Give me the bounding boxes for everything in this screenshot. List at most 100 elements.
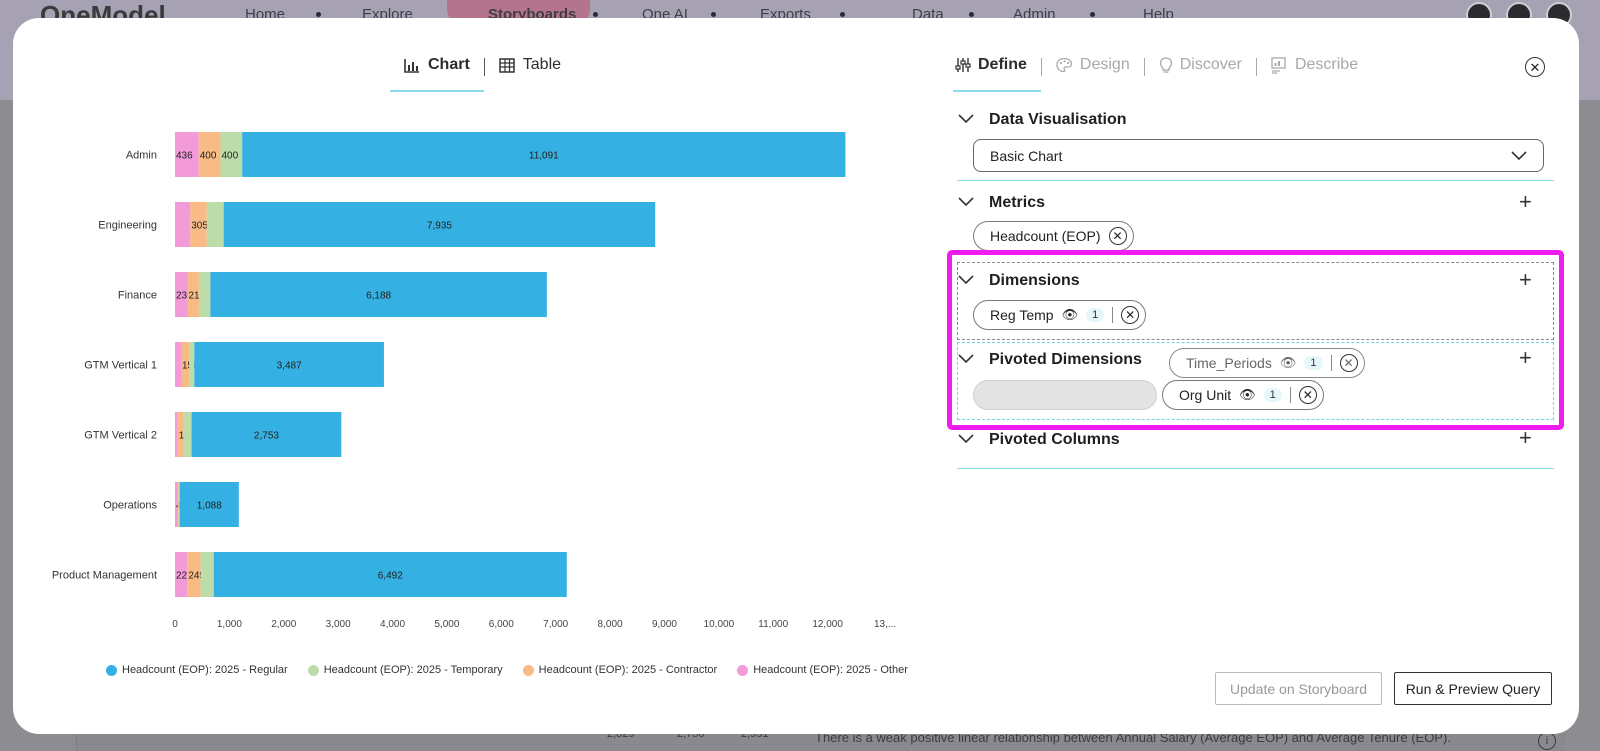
category-label: Admin — [126, 150, 157, 162]
chevron-down-icon — [1511, 150, 1527, 160]
table-icon — [499, 57, 515, 73]
remove-icon[interactable]: ✕ — [1108, 227, 1127, 245]
highlight-annotation — [947, 250, 1564, 430]
legend-dot-icon — [307, 664, 319, 676]
tab-design-label: Design — [1079, 56, 1130, 73]
legend-item-contractor[interactable]: Headcount (EOP): 2025 - Contractor — [522, 664, 718, 676]
x-tick-label: 9,000 — [652, 619, 677, 630]
add-metric-button[interactable]: + — [1519, 191, 1532, 213]
describe-icon — [1271, 56, 1286, 74]
bar-segment[interactable] — [198, 272, 211, 317]
tab-describe-label: Describe — [1294, 56, 1359, 73]
metric-chip[interactable]: Headcount (EOP) ✕ — [973, 221, 1134, 251]
section-title-metrics: Metrics — [989, 194, 1046, 211]
x-tick-label: 0 — [172, 619, 178, 630]
lightbulb-icon — [1159, 56, 1172, 73]
section-divider — [957, 468, 1554, 469]
stacked-bar-chart: Admin 436 400 400 11,091 Engineering 305 7,935 F… — [52, 132, 896, 630]
data-label: 3,487 — [277, 361, 302, 372]
bar-segment[interactable] — [178, 482, 180, 527]
bar-segment[interactable] — [200, 552, 214, 597]
legend-dot-icon — [737, 664, 749, 676]
bar-segment[interactable] — [175, 412, 178, 457]
sliders-icon — [955, 58, 971, 72]
metric-chip-label: Headcount (EOP) — [990, 228, 1101, 244]
tab-table-label: Table — [522, 56, 562, 73]
x-tick-label: 10,000 — [704, 619, 735, 630]
x-tick-label: 7,000 — [543, 619, 568, 630]
chevron-down-icon[interactable] — [958, 434, 974, 444]
section-title-pivoted-columns: Pivoted Columns — [989, 431, 1120, 448]
data-label: 6,492 — [378, 571, 403, 582]
tab-chart-label: Chart — [428, 56, 470, 73]
data-label: 6,188 — [366, 291, 391, 302]
x-tick-label: 5,000 — [434, 619, 459, 630]
close-icon[interactable]: ✕ — [1525, 57, 1545, 77]
run-preview-query-button[interactable]: Run & Preview Query — [1394, 672, 1552, 705]
bar-chart-icon — [404, 58, 419, 73]
section-divider — [957, 180, 1554, 181]
tab-discover[interactable]: Discover — [1145, 56, 1256, 90]
nav-separator — [1090, 12, 1095, 17]
nav-separator — [593, 12, 598, 17]
bar-segment[interactable] — [183, 412, 192, 457]
category-label: GTM Vertical 2 — [84, 430, 157, 442]
legend-label: Headcount (EOP): 2025 - Other — [753, 664, 908, 676]
x-tick-label: 1,000 — [217, 619, 242, 630]
x-tick-label: 6,000 — [489, 619, 514, 630]
tab-describe[interactable]: Describe — [1257, 56, 1372, 90]
x-tick-label: 13,... — [874, 619, 896, 630]
x-tick-label: 3,000 — [326, 619, 351, 630]
tab-design[interactable]: Design — [1042, 56, 1144, 90]
visualisation-type-select[interactable]: Basic Chart — [973, 139, 1544, 172]
data-label: 305 — [191, 221, 208, 232]
bar-segment[interactable] — [177, 482, 179, 527]
step-tabs: Define Design Discover Describe — [953, 56, 1372, 92]
x-tick-label: 2,000 — [271, 619, 296, 630]
nav-separator — [840, 12, 845, 17]
nav-separator — [316, 12, 321, 17]
section-title-data-visualisation: Data Visualisation — [989, 111, 1127, 128]
tab-discover-label: Discover — [1179, 56, 1242, 73]
data-label: 7,935 — [427, 221, 452, 232]
legend-dot-icon — [522, 664, 534, 676]
legend-item-temporary[interactable]: Headcount (EOP): 2025 - Temporary — [307, 664, 503, 676]
legend-label: Headcount (EOP): 2025 - Temporary — [323, 664, 503, 676]
data-label: 2,753 — [254, 431, 279, 442]
palette-icon — [1056, 57, 1073, 73]
data-label: 436 — [176, 151, 193, 162]
nav-separator — [711, 12, 716, 17]
legend-item-regular[interactable]: Headcount (EOP): 2025 - Regular — [106, 664, 288, 676]
x-tick-label: 8,000 — [598, 619, 623, 630]
legend-dot-icon — [106, 664, 117, 676]
legend-item-other[interactable]: Headcount (EOP): 2025 - Other — [737, 664, 908, 676]
add-pivoted-column-button[interactable]: + — [1519, 427, 1532, 449]
x-tick-label: 12,000 — [812, 619, 843, 630]
tab-define-label: Define — [978, 56, 1027, 73]
category-label: GTM Vertical 1 — [84, 360, 157, 372]
category-label: Product Management — [52, 570, 157, 582]
category-label: Finance — [118, 290, 157, 302]
category-label: Engineering — [98, 220, 157, 232]
category-label: Operations — [103, 500, 157, 512]
tab-table[interactable]: Table — [485, 56, 575, 86]
legend-label: Headcount (EOP): 2025 - Contractor — [538, 664, 718, 676]
bar-segment[interactable] — [175, 342, 181, 387]
chevron-down-icon[interactable] — [958, 114, 974, 124]
update-on-storyboard-button[interactable]: Update on Storyboard — [1215, 672, 1382, 705]
legend-label: Headcount (EOP): 2025 - Regular — [122, 664, 288, 676]
view-tabs: Chart Table — [390, 56, 575, 94]
bar-segment[interactable] — [206, 202, 224, 247]
nav-separator — [969, 12, 974, 17]
data-label: 400 — [221, 151, 238, 162]
data-label: 400 — [200, 151, 217, 162]
data-label: 11,091 — [529, 151, 559, 162]
bar-segment[interactable] — [189, 342, 195, 387]
chevron-down-icon[interactable] — [958, 197, 974, 207]
info-icon: i — [1538, 732, 1556, 750]
tab-define[interactable]: Define — [953, 56, 1041, 92]
tab-chart[interactable]: Chart — [390, 56, 484, 92]
chart-legend: Headcount (EOP): 2025 - Regular Headcoun… — [106, 664, 908, 676]
bar-segment[interactable] — [175, 202, 191, 247]
visualisation-type-value: Basic Chart — [990, 147, 1063, 164]
